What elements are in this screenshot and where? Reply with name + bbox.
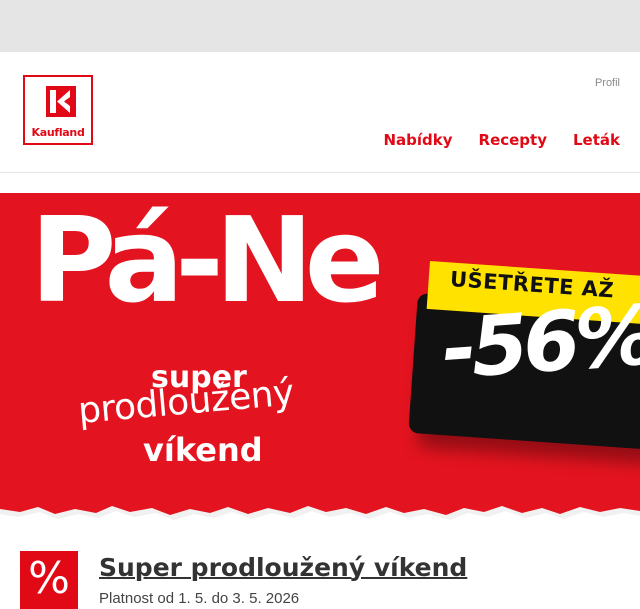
nav-item-leaflet[interactable]: Leták [573,131,620,149]
offer-title-link[interactable]: Super prodloužený víkend [99,553,467,582]
offer-section: % Super prodloužený víkend Platnost od 1… [0,528,640,609]
discount-value: -56% [439,288,640,398]
profile-link[interactable]: Profil [595,77,620,89]
percent-icon: % [20,551,78,609]
kaufland-logo-icon [46,86,76,117]
nav-item-offers[interactable]: Nabídky [383,131,452,149]
banner-subtitle-line2: prodloužený [76,372,296,432]
main-nav: Nabídky Recepty Leták [383,131,620,149]
offer-validity: Platnost od 1. 5. do 3. 5. 2026 [99,590,300,607]
logo-wordmark: Kaufland [31,126,85,139]
promo-banner[interactable]: Pá-Ne super prodloužený víkend UŠETŘETE … [0,193,640,528]
banner-subtitle-line3: víkend [143,431,263,469]
banner-title: Pá-Ne [30,193,385,329]
site-header: Kaufland Profil Nabídky Recepty Leták [0,52,640,173]
kaufland-logo[interactable]: Kaufland [23,75,93,145]
top-gray-bar [0,0,640,52]
nav-item-recipes[interactable]: Recepty [479,131,547,149]
